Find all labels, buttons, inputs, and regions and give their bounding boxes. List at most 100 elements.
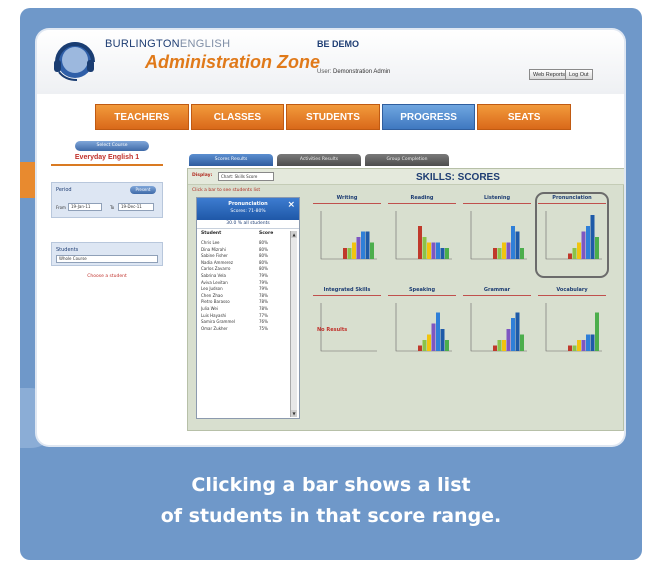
chart-bar[interactable]	[427, 334, 431, 352]
student-row[interactable]: Carlos Zavarro 80%	[201, 266, 283, 273]
chart-bar[interactable]	[581, 231, 586, 260]
student-row[interactable]: Leo Judson 79%	[201, 286, 283, 293]
chart-bar[interactable]	[568, 253, 572, 260]
skill-chart-reading: Reading	[388, 195, 456, 275]
popup-title: Pronunciation	[228, 201, 268, 207]
chart-bar[interactable]	[572, 248, 577, 259]
chart-bar[interactable]	[577, 242, 581, 260]
logout-button[interactable]: Log Out	[565, 69, 593, 80]
student-row[interactable]: Dina Mizrahi 80%	[201, 247, 283, 254]
chart-bar[interactable]	[515, 312, 520, 352]
student-row[interactable]: Pietro Barasso 78%	[201, 299, 283, 306]
chart-plot	[470, 303, 527, 352]
tab-teachers[interactable]: TEACHERS	[95, 104, 189, 130]
student-row[interactable]: Chen Zhao 78%	[201, 293, 283, 300]
chart-bar[interactable]	[418, 345, 422, 352]
chart-bar[interactable]	[347, 248, 352, 259]
from-date-field[interactable]: 19-Jan-11	[68, 203, 102, 211]
chart-bar[interactable]	[520, 334, 524, 352]
tab-progress[interactable]: PROGRESS	[381, 104, 476, 130]
tab-classes[interactable]: CLASSES	[190, 104, 285, 130]
chart-bar[interactable]	[595, 312, 599, 352]
web-reports-button[interactable]: Web Reports	[529, 69, 569, 80]
student-row[interactable]: Sabine Fisher 80%	[201, 253, 283, 260]
chart-bar[interactable]	[590, 334, 595, 352]
chart-bar[interactable]	[445, 248, 449, 259]
caption-line-1: Clicking a bar shows a list	[191, 474, 471, 496]
no-results-text: No Results	[317, 327, 348, 333]
display-select[interactable]: Chart: Skills Score	[218, 172, 274, 181]
scroll-down-icon[interactable]: ▼	[291, 410, 297, 417]
chart-bar[interactable]	[506, 329, 511, 351]
tab-students[interactable]: STUDENTS	[286, 104, 380, 130]
chart-bar[interactable]	[365, 231, 370, 260]
student-row[interactable]: Sabrina Vela 79%	[201, 273, 283, 280]
chart-plot	[545, 303, 602, 352]
chart-bar[interactable]	[581, 340, 586, 351]
tab-activities-results[interactable]: Activities Results	[277, 154, 361, 166]
student-row[interactable]: Omar Zukher 75%	[201, 326, 283, 333]
students-select[interactable]: Whole Course	[56, 255, 158, 263]
chart-bar[interactable]	[356, 237, 361, 259]
student-row[interactable]: Aviva Levitan 79%	[201, 280, 283, 287]
select-course-button[interactable]: Select Course	[75, 141, 149, 151]
chart-bar[interactable]	[422, 340, 427, 351]
student-row[interactable]: Luis Hayashi 77%	[201, 313, 283, 320]
chart-bar[interactable]	[497, 340, 502, 351]
student-row[interactable]: Samira Grammel 76%	[201, 319, 283, 326]
choose-student-link[interactable]: Choose a student	[51, 274, 163, 279]
chart-plot	[395, 303, 452, 352]
close-icon[interactable]: ×	[287, 200, 295, 210]
chart-bar[interactable]	[590, 215, 595, 259]
chart-bar[interactable]	[506, 242, 511, 260]
col-score: Score	[259, 231, 274, 236]
chart-bar[interactable]	[493, 345, 497, 352]
chart-bar[interactable]	[497, 248, 502, 259]
present-button[interactable]: Present	[130, 186, 156, 194]
chart-title: Listening	[463, 195, 531, 204]
student-row[interactable]: Julia Wei 78%	[201, 306, 283, 313]
chart-bar[interactable]	[586, 226, 590, 259]
student-name: Dina Mizrahi	[201, 246, 226, 252]
chart-bar[interactable]	[370, 242, 374, 260]
chart-bar[interactable]	[418, 226, 422, 259]
chart-bar[interactable]	[343, 248, 347, 259]
chart-bar[interactable]	[440, 248, 445, 259]
tab-group-completion[interactable]: Group Completion	[365, 154, 449, 166]
chart-bar[interactable]	[422, 237, 427, 259]
student-name: Leo Judson	[201, 286, 223, 292]
chart-bar[interactable]	[431, 323, 436, 352]
chart-title: Reading	[388, 195, 456, 204]
chart-bar[interactable]	[586, 334, 590, 352]
chart-bar[interactable]	[502, 242, 506, 260]
chart-bar[interactable]	[436, 242, 440, 260]
chart-bar[interactable]	[436, 312, 440, 352]
chart-bar[interactable]	[511, 318, 515, 351]
course-name: Everyday English 1	[51, 154, 163, 166]
scroll-up-icon[interactable]: ▲	[291, 231, 297, 238]
tab-scores-results[interactable]: Scores Results	[189, 154, 273, 166]
chart-bar[interactable]	[493, 248, 497, 259]
chart-bar[interactable]	[431, 242, 436, 260]
student-row[interactable]: Nadia Ammerez 80%	[201, 260, 283, 267]
chart-plot	[395, 211, 452, 260]
chart-bar[interactable]	[440, 329, 445, 351]
chart-bar[interactable]	[352, 242, 356, 260]
chart-bar[interactable]	[520, 248, 524, 259]
chart-bar[interactable]	[445, 340, 449, 351]
chart-bar[interactable]	[595, 237, 599, 259]
chart-bar[interactable]	[427, 242, 431, 260]
chart-bar[interactable]	[511, 226, 515, 259]
chart-bar[interactable]	[577, 340, 581, 351]
student-row[interactable]: Chris Lee 80%	[201, 240, 283, 247]
chart-bar[interactable]	[502, 340, 506, 351]
tab-seats[interactable]: SEATS	[477, 104, 571, 130]
chart-bar[interactable]	[515, 231, 520, 260]
to-date-field[interactable]: 19-Dec-11	[118, 203, 154, 211]
chart-bar[interactable]	[361, 231, 365, 260]
chart-bar[interactable]	[572, 345, 577, 352]
chart-bar[interactable]	[568, 345, 572, 352]
popup-scrollbar[interactable]: ▲ ▼	[290, 231, 297, 417]
student-name: Chen Zhao	[201, 292, 223, 298]
student-score: 79%	[259, 272, 268, 278]
